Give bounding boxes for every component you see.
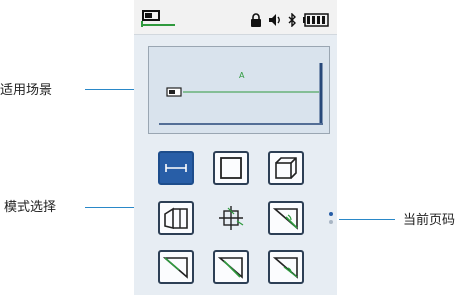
triangle-slope-icon — [162, 257, 188, 279]
single-distance-icon — [165, 164, 187, 172]
mode-triangle-3-button[interactable] — [213, 250, 249, 284]
measure-mode-status-icon — [141, 10, 175, 27]
scene-preview: A — [148, 46, 330, 134]
mode-area-button[interactable] — [213, 151, 249, 185]
volume-icon — [275, 157, 297, 179]
page-callout-line — [339, 219, 395, 220]
triangle-height-icon — [272, 208, 298, 230]
speaker-icon — [268, 13, 280, 26]
status-icons — [249, 9, 329, 27]
mode-volume-button[interactable] — [268, 151, 304, 185]
status-bar — [134, 0, 337, 35]
mode-pythagoras-button[interactable] — [213, 201, 249, 235]
triangle-angle-icon — [272, 257, 298, 279]
mode-triangle-4-button[interactable] — [268, 250, 304, 284]
mode-wall-area-button[interactable] — [158, 201, 194, 235]
mode-callout-label: 模式选择 — [4, 200, 57, 215]
pythagoras-icon — [219, 206, 244, 230]
page-dot-1 — [329, 212, 333, 216]
mode-grid — [146, 139, 336, 295]
wall-area-icon — [164, 207, 188, 230]
bluetooth-icon — [288, 12, 296, 27]
scene-illustration — [159, 63, 323, 125]
battery-icon — [303, 12, 329, 27]
mode-single-distance-button[interactable] — [158, 151, 194, 185]
area-icon — [220, 157, 242, 179]
scene-callout-label: 适用场景 — [0, 83, 53, 98]
page-callout-label: 当前页码 — [403, 213, 456, 228]
mode-triangle-1-button[interactable] — [268, 201, 304, 235]
measure-label: A — [239, 71, 245, 80]
mode-triangle-2-button[interactable] — [158, 250, 194, 284]
lock-icon — [250, 12, 261, 27]
device-screen: A — [134, 0, 337, 295]
triangle-side-icon — [217, 257, 243, 279]
page-dot-2 — [329, 220, 333, 224]
